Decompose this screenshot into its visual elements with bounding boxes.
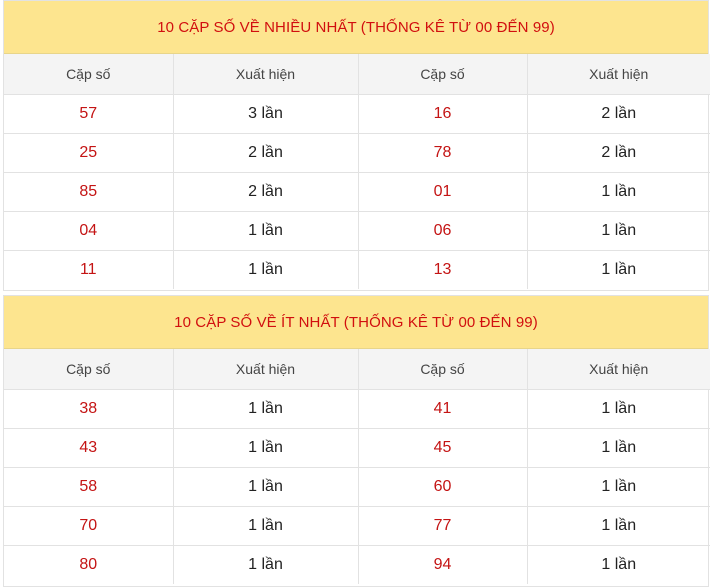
pair-number: 38 xyxy=(4,389,174,429)
header-pair: Cặp số xyxy=(4,349,174,390)
most-frequent-title: 10 CẶP SỐ VỀ NHIỀU NHẤT (THỐNG KÊ TỪ 00 … xyxy=(4,1,708,54)
table-row: 43 1 lần 45 1 lần xyxy=(4,428,710,468)
pair-number: 04 xyxy=(4,211,174,251)
pair-count: 1 lần xyxy=(527,467,710,507)
pair-count: 2 lần xyxy=(173,133,359,173)
table-row: 58 1 lần 60 1 lần xyxy=(4,467,710,507)
pair-count: 1 lần xyxy=(527,428,710,468)
table-row: 25 2 lần 78 2 lần xyxy=(4,133,710,173)
pair-count: 2 lần xyxy=(527,94,710,134)
pair-count: 2 lần xyxy=(173,172,359,212)
pair-number: 41 xyxy=(358,389,528,429)
pair-count: 2 lần xyxy=(527,133,710,173)
pair-count: 1 lần xyxy=(601,261,637,278)
table-row: 80 1 lần 94 1 lần xyxy=(4,545,710,584)
pair-number: 94 xyxy=(358,545,528,584)
least-frequent-section: 10 CẶP SỐ VỀ ÍT NHẤT (THỐNG KÊ TỪ 00 ĐẾN… xyxy=(3,295,710,587)
pair-count: 1 lần xyxy=(173,545,359,584)
table-row: 85 2 lần 01 1 lần xyxy=(4,172,710,212)
table-row: 57 3 lần 16 2 lần xyxy=(4,94,710,134)
least-frequent-table: Cặp số Xuất hiện Cặp số Xuất hiện 38 1 l… xyxy=(4,349,710,584)
table-row: 04 1 lần 06 1 lần xyxy=(4,211,710,251)
pair-number: 13 xyxy=(358,250,528,289)
table-row: 70 1 lần 77 1 lần xyxy=(4,506,710,546)
pair-count: 1 lần xyxy=(173,211,359,251)
header-pair: Cặp số xyxy=(358,54,528,95)
pair-number: 11 xyxy=(4,250,174,289)
pair-count: 1 lần xyxy=(527,211,710,251)
header-appear: Xuất hiện xyxy=(173,54,359,95)
pair-number: 25 xyxy=(4,133,174,173)
table-header-row: Cặp số Xuất hiện Cặp số Xuất hiện xyxy=(4,54,710,95)
header-pair: Cặp số xyxy=(4,54,174,95)
pair-number: 01 xyxy=(358,172,528,212)
pair-number: 06 xyxy=(358,211,528,251)
least-frequent-title: 10 CẶP SỐ VỀ ÍT NHẤT (THỐNG KÊ TỪ 00 ĐẾN… xyxy=(4,296,708,349)
pair-number: 80 xyxy=(4,545,174,584)
pair-count: 1 lần xyxy=(173,250,359,289)
pair-number: 43 xyxy=(4,428,174,468)
pair-count: 1 lần xyxy=(601,556,637,573)
pair-count: 1 lần xyxy=(527,389,710,429)
header-appear: Xuất hiện xyxy=(173,349,359,390)
pair-number: 60 xyxy=(358,467,528,507)
pair-count: 3 lần xyxy=(173,94,359,134)
pair-number: 57 xyxy=(4,94,174,134)
header-appear: Xuất hiện xyxy=(527,349,710,390)
pair-number: 58 xyxy=(4,467,174,507)
pair-count: 1 lần xyxy=(527,172,710,212)
pair-number: 45 xyxy=(358,428,528,468)
pair-number: 77 xyxy=(358,506,528,546)
pair-count: 1 lần xyxy=(173,506,359,546)
most-frequent-section: 10 CẶP SỐ VỀ NHIỀU NHẤT (THỐNG KÊ TỪ 00 … xyxy=(3,0,710,291)
table-header-row: Cặp số Xuất hiện Cặp số Xuất hiện xyxy=(4,349,710,390)
pair-number: 16 xyxy=(358,94,528,134)
table-row: 38 1 lần 41 1 lần xyxy=(4,389,710,429)
header-pair: Cặp số xyxy=(358,349,528,390)
pair-count: 1 lần xyxy=(173,428,359,468)
pair-count: 1 lần xyxy=(173,389,359,429)
pair-count: 1 lần xyxy=(527,506,710,546)
pair-count: 1 lần xyxy=(173,467,359,507)
most-frequent-table: Cặp số Xuất hiện Cặp số Xuất hiện 57 3 l… xyxy=(4,54,710,289)
table-row: 11 1 lần 13 1 lần xyxy=(4,250,710,289)
header-appear: Xuất hiện xyxy=(527,54,710,95)
pair-number: 78 xyxy=(358,133,528,173)
pair-number: 85 xyxy=(4,172,174,212)
pair-number: 70 xyxy=(4,506,174,546)
